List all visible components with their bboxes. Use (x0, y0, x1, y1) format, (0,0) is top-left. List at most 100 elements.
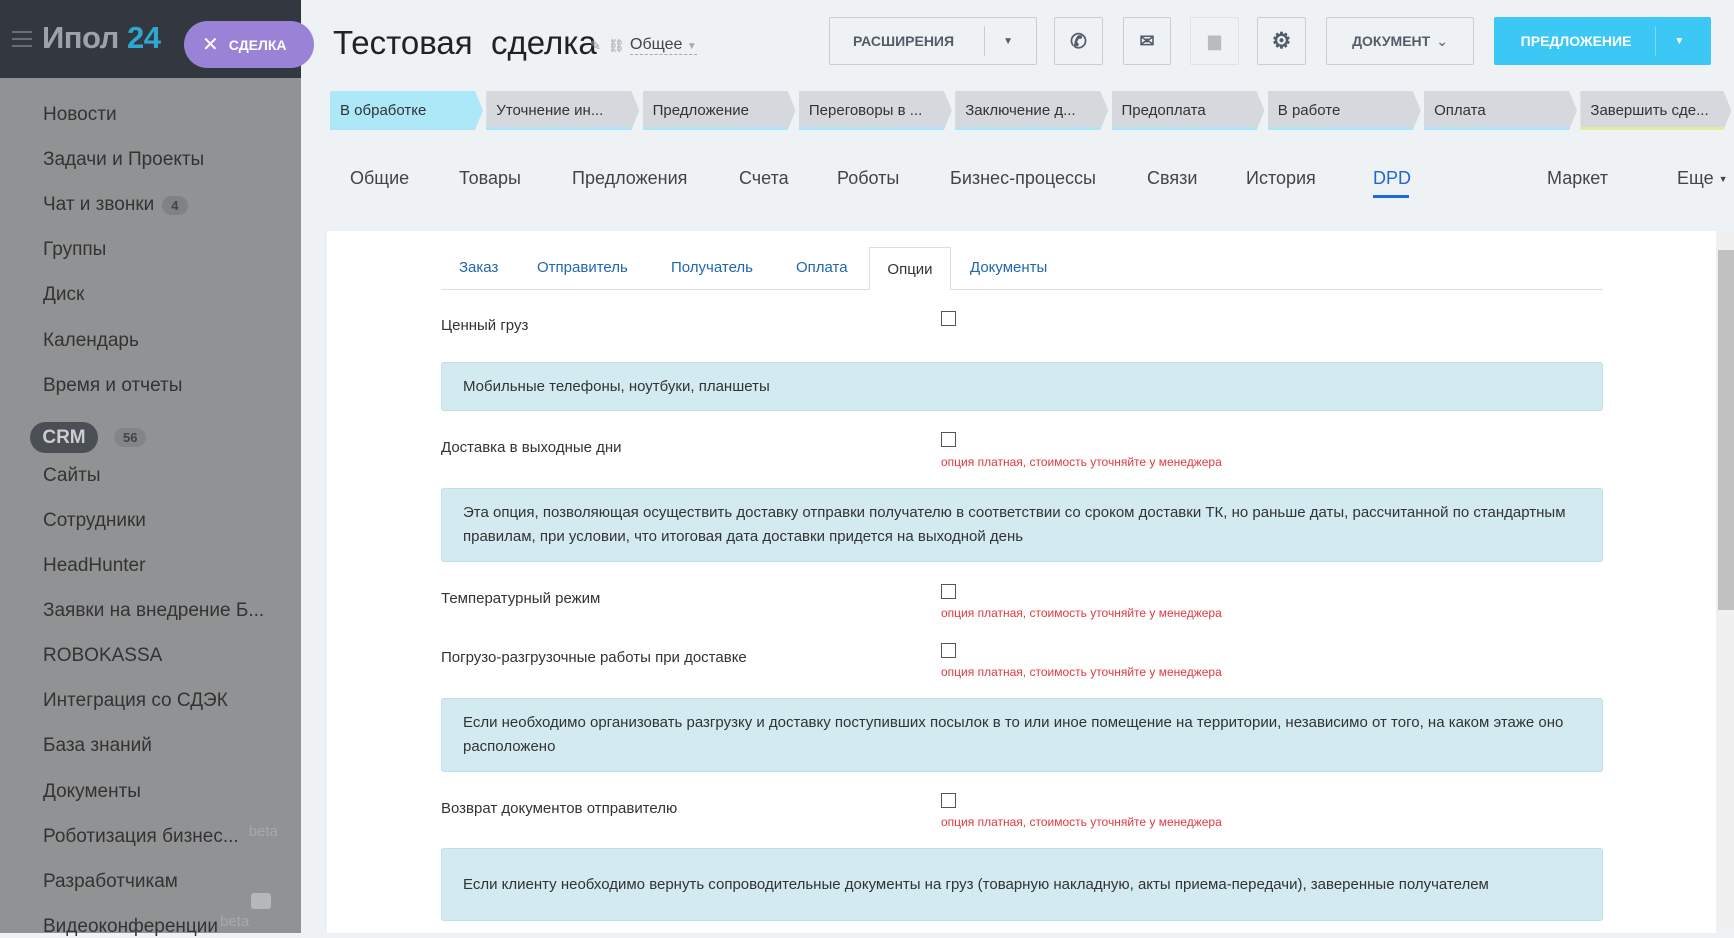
chevron-down-icon[interactable]: ▼ (1674, 36, 1684, 47)
document-button[interactable]: ДОКУМЕНТ ⌄ (1326, 17, 1474, 65)
stage-7[interactable]: Оплата (1424, 91, 1577, 130)
subtab-5[interactable]: Документы (970, 259, 1047, 276)
subtab-1[interactable]: Отправитель (537, 259, 628, 276)
sidebar-item[interactable]: База знаний (43, 735, 152, 757)
sidebar-item[interactable]: Интеграция со СДЭК (43, 690, 228, 712)
sidebar-item[interactable]: HeadHunter (43, 555, 145, 577)
sidebar-item-label: База знаний (43, 735, 152, 757)
sidebar-item[interactable]: Сотрудники (43, 510, 146, 532)
weekend-info: Эта опция, позволяющая осуществить доста… (441, 488, 1603, 562)
temperature-label: Температурный режим (441, 590, 601, 607)
stage-1[interactable]: Уточнение ин... (486, 91, 639, 130)
stage-5[interactable]: Предоплата (1112, 91, 1265, 130)
sidebar-item-label: Диск (43, 284, 85, 306)
valuable-info: Мобильные телефоны, ноутбуки, планшеты (441, 362, 1603, 411)
stage-4[interactable]: Заключение д... (955, 91, 1108, 130)
tab-10[interactable]: Еще ▼ (1677, 168, 1728, 189)
subtabs-divider (441, 289, 1603, 290)
stage-3[interactable]: Переговоры в ... (799, 91, 952, 130)
extensions-button[interactable]: РАСШИРЕНИЯ ▼ (829, 17, 1037, 65)
sidebar-item[interactable]: Заявки на внедрение Б... (43, 600, 264, 622)
tab-label: Маркет (1547, 168, 1608, 188)
stage-0[interactable]: В обработке (330, 91, 483, 130)
tab-label: Общие (350, 168, 410, 188)
tab-2[interactable]: Предложения (572, 168, 687, 189)
tab-4[interactable]: Роботы (837, 168, 899, 189)
sidebar-item-label: Заявки на внедрение Б... (43, 600, 265, 622)
sidebar-item-label: Интеграция со СДЭК (43, 690, 228, 712)
sidebar-item[interactable]: Время и отчеты (43, 375, 182, 397)
logo[interactable]: Ипол 24 (42, 20, 161, 56)
deal-close-button[interactable]: ✕ СДЕЛКА (184, 21, 314, 68)
stage-2[interactable]: Предложение (643, 91, 796, 130)
loading-checkbox[interactable] (941, 643, 956, 658)
sidebar-item-label: Группы (43, 239, 107, 261)
gear-icon: ⚙ (1271, 28, 1292, 53)
menu-icon[interactable] (12, 31, 32, 47)
link-icon[interactable]: ⛓ (608, 38, 625, 54)
tab-label: Счета (739, 168, 789, 188)
return-docs-checkbox[interactable] (941, 793, 956, 808)
sidebar-item[interactable]: Роботизация бизнес... beta (43, 823, 278, 848)
sidebar: Ипол 24 Новости Задачи и Проекты Чат и зво… (0, 0, 301, 937)
tab-5[interactable]: Бизнес-процессы (950, 168, 1096, 189)
tab-dpd-underline (1373, 195, 1409, 198)
sidebar-item-label: Время и отчеты (43, 374, 183, 396)
edit-icon[interactable]: ✎ (590, 38, 601, 54)
chevron-down-icon: ▼ (1718, 174, 1728, 185)
sidebar-item-label: Календарь (43, 329, 139, 351)
tab-label: Связи (1147, 168, 1198, 188)
valuable-label: Ценный груз (441, 317, 529, 334)
stage-8[interactable]: Завершить сде... (1580, 91, 1731, 130)
weekend-checkbox[interactable] (941, 432, 956, 447)
sidebar-item[interactable]: Чат и звонки 4 (43, 194, 188, 216)
tab-label: Еще (1677, 168, 1714, 188)
loading-label: Погрузо-разгрузочные работы при доставке (441, 649, 747, 666)
sidebar-item-label: HeadHunter (43, 555, 146, 576)
proposal-button[interactable]: ПРЕДЛОЖЕНИЕ ▼ (1494, 17, 1711, 65)
sidebar-item[interactable]: Документы (43, 781, 141, 803)
tab-8[interactable]: DPD (1373, 168, 1411, 189)
valuable-checkbox[interactable] (941, 311, 956, 326)
sidebar-item-label: ROBOKASSA (43, 645, 163, 667)
chevron-down-icon[interactable]: ▼ (1003, 36, 1013, 47)
subtab-0[interactable]: Заказ (459, 259, 498, 276)
settings-button[interactable]: ⚙ (1257, 17, 1306, 65)
sidebar-item[interactable]: Группы (43, 239, 106, 261)
sidebar-item[interactable]: Видеоконференции beta (43, 913, 249, 938)
temperature-checkbox[interactable] (941, 584, 956, 599)
category-select[interactable]: Общее ▼ (630, 36, 697, 55)
subtab-2[interactable]: Получатель (671, 259, 753, 276)
sidebar-item[interactable]: Календарь (43, 330, 139, 352)
temperature-paid-note: опция платная, стоимость уточняйте у мен… (941, 606, 1222, 620)
scrollbar-thumb[interactable] (1718, 250, 1734, 610)
sidebar-item-label: Сотрудники (43, 509, 146, 531)
chat-button[interactable]: ▆ (1190, 17, 1239, 65)
subtab-options[interactable]: Опции (869, 247, 951, 290)
sidebar-item[interactable]: Сайты (43, 465, 100, 487)
sidebar-item-label: Новости (43, 104, 117, 125)
tab-3[interactable]: Счета (739, 168, 789, 189)
stage-6[interactable]: В работе (1268, 91, 1421, 130)
sidebar-item-label: Видеоконференции (43, 915, 219, 937)
print-icon[interactable] (251, 893, 271, 909)
tab-0[interactable]: Общие (350, 168, 409, 189)
return-docs-paid-note: опция платная, стоимость уточняйте у мен… (941, 815, 1222, 829)
phone-button[interactable]: ✆ (1054, 17, 1103, 65)
sidebar-item-label: Чат и звонки (43, 194, 155, 216)
sidebar-item[interactable]: Разработчикам (43, 871, 178, 893)
tab-6[interactable]: Связи (1147, 168, 1197, 189)
sidebar-item[interactable]: Новости (43, 104, 117, 126)
tab-label: Товары (459, 168, 521, 188)
sidebar-item-crm[interactable]: CRM (30, 421, 98, 453)
mail-button[interactable]: ✉ (1123, 17, 1171, 65)
sidebar-item[interactable]: ROBOKASSA (43, 645, 162, 667)
tab-9[interactable]: Маркет (1547, 168, 1608, 189)
return-docs-info: Если клиенту необходимо вернуть сопровод… (441, 848, 1603, 921)
subtab-3[interactable]: Оплата (796, 259, 848, 276)
return-docs-label: Возврат документов отправителю (441, 800, 678, 817)
sidebar-item[interactable]: Диск (43, 284, 84, 306)
tab-1[interactable]: Товары (459, 168, 521, 189)
sidebar-item[interactable]: Задачи и Проекты (43, 149, 204, 171)
tab-7[interactable]: История (1246, 168, 1316, 189)
